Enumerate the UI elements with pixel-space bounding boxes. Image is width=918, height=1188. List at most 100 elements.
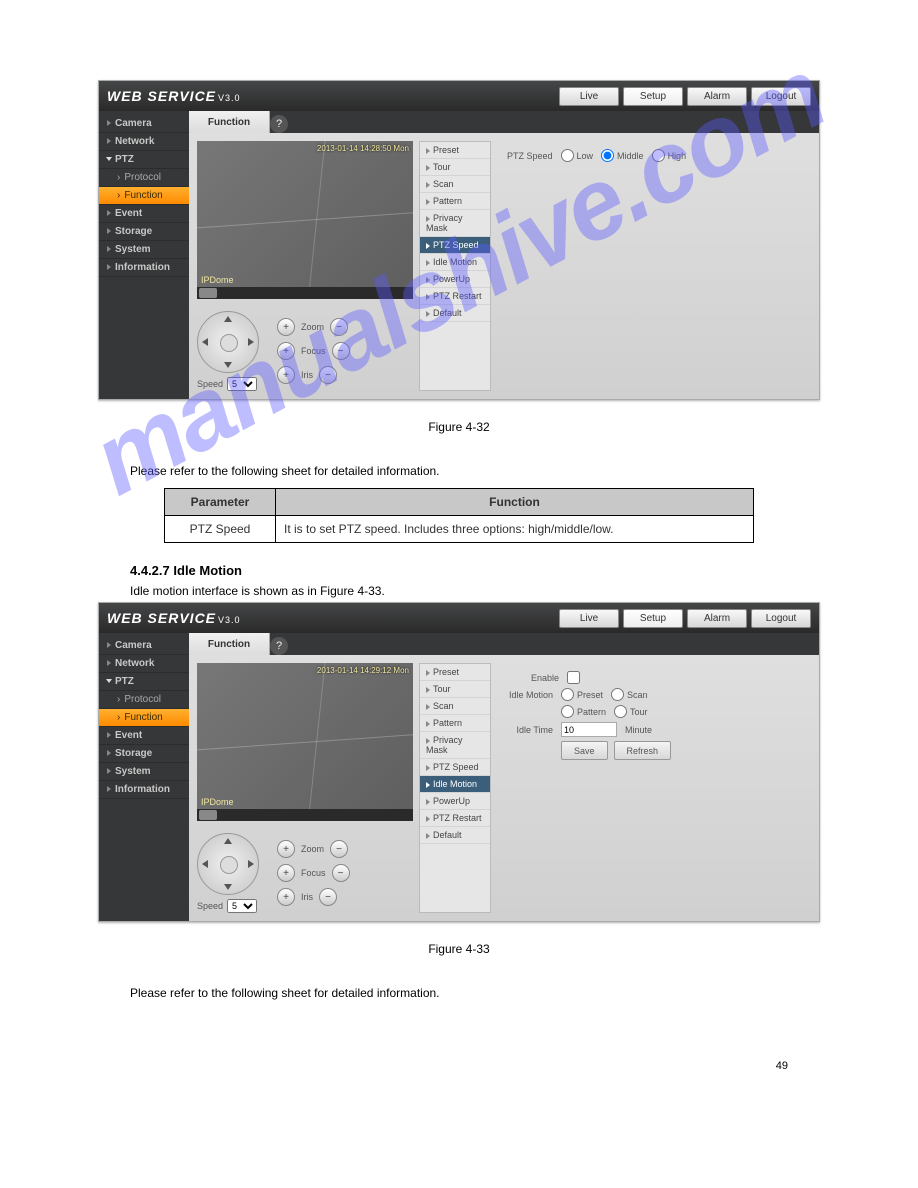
func-tour-2[interactable]: Tour: [420, 681, 490, 698]
func-pattern[interactable]: Pattern: [420, 193, 490, 210]
nav-setup[interactable]: Setup: [623, 87, 683, 106]
nav-alarm-2[interactable]: Alarm: [687, 609, 747, 628]
func-ptzspeed[interactable]: PTZ Speed: [420, 237, 490, 254]
side-protocol-2[interactable]: ›Protocol: [99, 691, 189, 709]
side-storage-2[interactable]: Storage: [99, 745, 189, 763]
side-event-2[interactable]: Event: [99, 727, 189, 745]
ptz-speed-panel: PTZ Speed Low Middle High: [497, 141, 811, 391]
focus-plus-2[interactable]: +: [277, 864, 295, 882]
speed-select[interactable]: 5: [227, 377, 257, 391]
func-default[interactable]: Default: [420, 305, 490, 322]
nav-logout[interactable]: Logout: [751, 87, 811, 106]
side-system-2[interactable]: System: [99, 763, 189, 781]
video-preview-2: 2013-01-14 14:29:12 Mon IPDome: [197, 663, 413, 821]
section-idle-body: Idle motion interface is shown as in Fig…: [130, 584, 788, 598]
func-restart[interactable]: PTZ Restart: [420, 288, 490, 305]
focus-minus[interactable]: −: [332, 342, 350, 360]
function-list-2: Preset Tour Scan Pattern Privacy Mask PT…: [419, 663, 491, 913]
side-network[interactable]: Network: [99, 133, 189, 151]
tab-function-2[interactable]: Function: [189, 633, 270, 655]
param-table-1: ParameterFunction PTZ SpeedIt is to set …: [164, 488, 754, 543]
function-list: Preset Tour Scan Pattern Privacy Mask PT…: [419, 141, 491, 391]
side-system[interactable]: System: [99, 241, 189, 259]
func-preset-2[interactable]: Preset: [420, 664, 490, 681]
func-scan[interactable]: Scan: [420, 176, 490, 193]
top-nav: Live Setup Alarm Logout: [559, 87, 811, 106]
camera-label: IPDome: [201, 275, 234, 285]
idle-time-input[interactable]: [561, 722, 617, 737]
func-powerup-2[interactable]: PowerUp: [420, 793, 490, 810]
radio-high[interactable]: High: [652, 149, 687, 162]
save-button[interactable]: Save: [561, 741, 608, 760]
side-function[interactable]: ›Function: [99, 187, 189, 205]
func-ptzspeed-2[interactable]: PTZ Speed: [420, 759, 490, 776]
func-scan-2[interactable]: Scan: [420, 698, 490, 715]
func-pattern-2[interactable]: Pattern: [420, 715, 490, 732]
radio-preset[interactable]: Preset: [561, 688, 603, 701]
func-idle[interactable]: Idle Motion: [420, 254, 490, 271]
func-preset[interactable]: Preset: [420, 142, 490, 159]
func-tour[interactable]: Tour: [420, 159, 490, 176]
speed-label-2: Speed: [197, 901, 223, 911]
top-nav-2: Live Setup Alarm Logout: [559, 609, 811, 628]
app-screenshot-idle-motion: WEB SERVICEV3.0 Live Setup Alarm Logout …: [98, 602, 820, 922]
func-idle-2[interactable]: Idle Motion: [420, 776, 490, 793]
idle-motion-panel: Enable Idle Motion Preset Scan Pattern T…: [497, 663, 811, 913]
iris-plus-2[interactable]: +: [277, 888, 295, 906]
iris-minus[interactable]: −: [319, 366, 337, 384]
side-network-2[interactable]: Network: [99, 655, 189, 673]
enable-label: Enable: [531, 673, 559, 683]
radio-scan[interactable]: Scan: [611, 688, 648, 701]
radio-tour[interactable]: Tour: [614, 705, 648, 718]
focus-plus[interactable]: +: [277, 342, 295, 360]
func-powerup[interactable]: PowerUp: [420, 271, 490, 288]
nav-live-2[interactable]: Live: [559, 609, 619, 628]
ptz-dpad[interactable]: [197, 311, 259, 373]
help-icon-2[interactable]: ?: [270, 637, 288, 655]
tab-function[interactable]: Function: [189, 111, 270, 133]
radio-low[interactable]: Low: [561, 149, 594, 162]
app-header-2: WEB SERVICEV3.0 Live Setup Alarm Logout: [99, 603, 819, 633]
zoom-minus[interactable]: −: [330, 318, 348, 336]
func-privacy-2[interactable]: Privacy Mask: [420, 732, 490, 759]
caption-1: Figure 4-32: [40, 420, 878, 434]
side-ptz[interactable]: PTZ: [99, 151, 189, 169]
zoom-minus-2[interactable]: −: [330, 840, 348, 858]
func-default-2[interactable]: Default: [420, 827, 490, 844]
td-param: PTZ Speed: [165, 516, 276, 543]
side-function-2[interactable]: ›Function: [99, 709, 189, 727]
side-camera[interactable]: Camera: [99, 115, 189, 133]
side-information-2[interactable]: Information: [99, 781, 189, 799]
enable-checkbox[interactable]: [567, 671, 580, 684]
side-information[interactable]: Information: [99, 259, 189, 277]
side-ptz-2[interactable]: PTZ: [99, 673, 189, 691]
ptz-dpad-2[interactable]: [197, 833, 259, 895]
iris-label: Iris: [301, 370, 313, 380]
ptzspeed-label: PTZ Speed: [507, 151, 553, 161]
nav-live[interactable]: Live: [559, 87, 619, 106]
zoom-plus[interactable]: +: [277, 318, 295, 336]
radio-middle[interactable]: Middle: [601, 149, 644, 162]
zoom-plus-2[interactable]: +: [277, 840, 295, 858]
side-camera-2[interactable]: Camera: [99, 637, 189, 655]
iris-plus[interactable]: +: [277, 366, 295, 384]
iris-minus-2[interactable]: −: [319, 888, 337, 906]
func-restart-2[interactable]: PTZ Restart: [420, 810, 490, 827]
idle-motion-label: Idle Motion: [507, 690, 553, 700]
nav-setup-2[interactable]: Setup: [623, 609, 683, 628]
page-number: 49: [40, 1060, 788, 1072]
refresh-button[interactable]: Refresh: [614, 741, 672, 760]
radio-pattern[interactable]: Pattern: [561, 705, 606, 718]
help-icon[interactable]: ?: [270, 115, 288, 133]
side-storage[interactable]: Storage: [99, 223, 189, 241]
nav-logout-2[interactable]: Logout: [751, 609, 811, 628]
snapshot-icon-2[interactable]: [199, 810, 217, 820]
nav-alarm[interactable]: Alarm: [687, 87, 747, 106]
th-parameter: Parameter: [165, 489, 276, 516]
speed-select-2[interactable]: 5: [227, 899, 257, 913]
snapshot-icon[interactable]: [199, 288, 217, 298]
side-event[interactable]: Event: [99, 205, 189, 223]
focus-minus-2[interactable]: −: [332, 864, 350, 882]
func-privacy[interactable]: Privacy Mask: [420, 210, 490, 237]
side-protocol[interactable]: ›Protocol: [99, 169, 189, 187]
